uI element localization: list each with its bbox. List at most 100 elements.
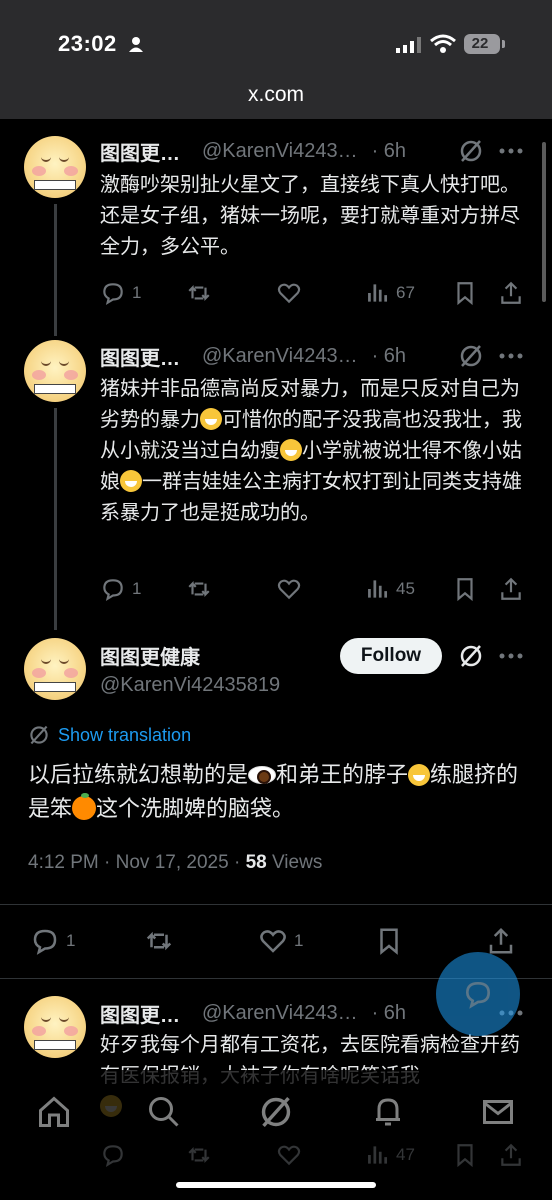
avatar[interactable] xyxy=(24,996,86,1058)
person-icon xyxy=(129,37,143,52)
reply-icon xyxy=(103,1145,123,1168)
like-icon xyxy=(260,930,286,953)
reply-count: 1 xyxy=(132,283,142,302)
bookmark-icon xyxy=(457,578,473,602)
tweet-header: 图图更健康 xyxy=(100,640,200,670)
handle[interactable]: @KarenVi4243… xyxy=(202,1002,358,1025)
signal-icon xyxy=(396,37,421,53)
like-button[interactable] xyxy=(276,574,302,604)
avatar[interactable] xyxy=(24,340,86,402)
battery-indicator: 22 xyxy=(464,34,505,54)
share-icon xyxy=(489,927,513,954)
share-icon xyxy=(501,281,521,304)
avatar[interactable] xyxy=(24,638,86,700)
messages-icon[interactable] xyxy=(480,1094,516,1130)
home-indicator[interactable] xyxy=(176,1182,376,1188)
like-button[interactable] xyxy=(276,278,302,308)
grin-emoji xyxy=(120,470,142,492)
more-icon[interactable] xyxy=(498,643,524,669)
tweet-actions: 1 1 xyxy=(30,926,530,958)
display-name[interactable]: 图图更健康 xyxy=(100,641,200,670)
display-name[interactable]: 图图更… xyxy=(100,999,180,1028)
views-button[interactable]: 47 xyxy=(364,1140,415,1170)
grin-emoji xyxy=(408,764,431,786)
like-icon xyxy=(277,283,301,304)
handle[interactable]: @KarenVi4243… xyxy=(202,140,358,163)
tweet-meta: 4:12 PM · Nov 17, 2025 · 58 Views xyxy=(28,852,322,874)
compose-button[interactable] xyxy=(436,952,520,1036)
display-name[interactable]: 图图更… xyxy=(100,342,180,371)
reply-count: 1 xyxy=(66,931,76,950)
home-icon[interactable] xyxy=(36,1094,72,1130)
tweet-actions: 1 45 xyxy=(100,574,530,604)
more-icon[interactable] xyxy=(498,138,524,164)
views-count: 47 xyxy=(396,1145,415,1164)
reply-icon xyxy=(103,283,123,306)
reply-button[interactable]: 1 xyxy=(100,278,141,308)
follow-button[interactable]: Follow xyxy=(340,638,442,674)
bookmark-button[interactable] xyxy=(452,574,478,604)
repost-button[interactable] xyxy=(144,926,174,956)
like-button[interactable]: 1 xyxy=(258,926,303,956)
bottom-nav: 47 xyxy=(0,1070,552,1200)
search-icon[interactable] xyxy=(146,1094,182,1130)
reply-icon xyxy=(33,929,57,955)
tweet-actions: 47 xyxy=(100,1140,530,1170)
thread-line xyxy=(54,408,57,630)
handle[interactable]: @KarenVi42435819 xyxy=(100,674,280,697)
timestamp[interactable]: · 6h xyxy=(372,345,406,368)
notifications-icon[interactable] xyxy=(370,1094,406,1130)
compose-icon xyxy=(465,981,491,1009)
grok-icon[interactable] xyxy=(458,343,484,369)
grin-emoji xyxy=(200,408,222,430)
bookmark-button[interactable] xyxy=(374,926,404,956)
grok-icon[interactable] xyxy=(458,643,484,669)
share-button[interactable] xyxy=(486,926,516,956)
tweet-actions: 1 67 xyxy=(100,278,530,308)
share-button[interactable] xyxy=(498,278,524,308)
wifi-icon xyxy=(430,34,456,53)
views-label: Views xyxy=(266,852,323,873)
views-button[interactable]: 45 xyxy=(364,574,415,604)
views-count: 45 xyxy=(396,579,415,598)
bookmark-icon xyxy=(457,1144,473,1168)
repost-button[interactable] xyxy=(186,1140,212,1170)
tweet-text: 激酶吵架别扯火星文了，直接线下真人快打吧。还是女子组，猪妹一场呢，要打就尊重对方… xyxy=(100,174,520,258)
grok-icon[interactable] xyxy=(458,138,484,164)
scrollbar[interactable] xyxy=(542,142,546,302)
reply-button[interactable]: 1 xyxy=(100,574,141,604)
timestamp[interactable]: 4:12 PM · Nov 17, 2025 · xyxy=(28,852,246,873)
show-translation-link[interactable]: Show translation xyxy=(28,724,191,746)
bookmark-button[interactable] xyxy=(452,278,478,308)
reply-button[interactable] xyxy=(100,1140,126,1170)
more-icon[interactable] xyxy=(498,343,524,369)
handle[interactable]: @KarenVi4243… xyxy=(202,345,358,368)
tweet-header: 图图更… @KarenVi4243… · 6h xyxy=(100,136,406,166)
reply-count: 1 xyxy=(132,579,142,598)
url-bar[interactable]: x.com xyxy=(0,74,552,119)
like-button[interactable] xyxy=(276,1140,302,1170)
handle-row: @KarenVi42435819 xyxy=(100,670,280,700)
views-count: 67 xyxy=(396,283,415,302)
tweet-text: 以后拉练就幻想勒的是 和弟王的脖子 练腿挤的是笨 这个洗脚婢的脑袋。 xyxy=(28,762,519,821)
bookmark-icon xyxy=(380,928,398,955)
reply-button[interactable]: 1 xyxy=(30,926,75,956)
divider xyxy=(0,904,552,905)
timestamp[interactable]: · 6h xyxy=(372,1002,406,1025)
tweet-header: 图图更… @KarenVi4243… · 6h xyxy=(100,998,406,1028)
timestamp[interactable]: · 6h xyxy=(372,140,406,163)
avatar[interactable] xyxy=(24,136,86,198)
repost-icon xyxy=(188,284,210,302)
repost-button[interactable] xyxy=(186,574,212,604)
reply-icon xyxy=(103,579,123,602)
grok-icon[interactable] xyxy=(258,1094,294,1130)
views-button[interactable]: 67 xyxy=(364,278,415,308)
url-text: x.com xyxy=(247,83,304,106)
display-name[interactable]: 图图更… xyxy=(100,137,180,166)
thread-line xyxy=(54,204,57,336)
bookmark-button[interactable] xyxy=(452,1140,478,1170)
status-time: 23:02 xyxy=(58,31,117,56)
share-button[interactable] xyxy=(498,574,524,604)
share-button[interactable] xyxy=(498,1140,524,1170)
repost-button[interactable] xyxy=(186,278,212,308)
